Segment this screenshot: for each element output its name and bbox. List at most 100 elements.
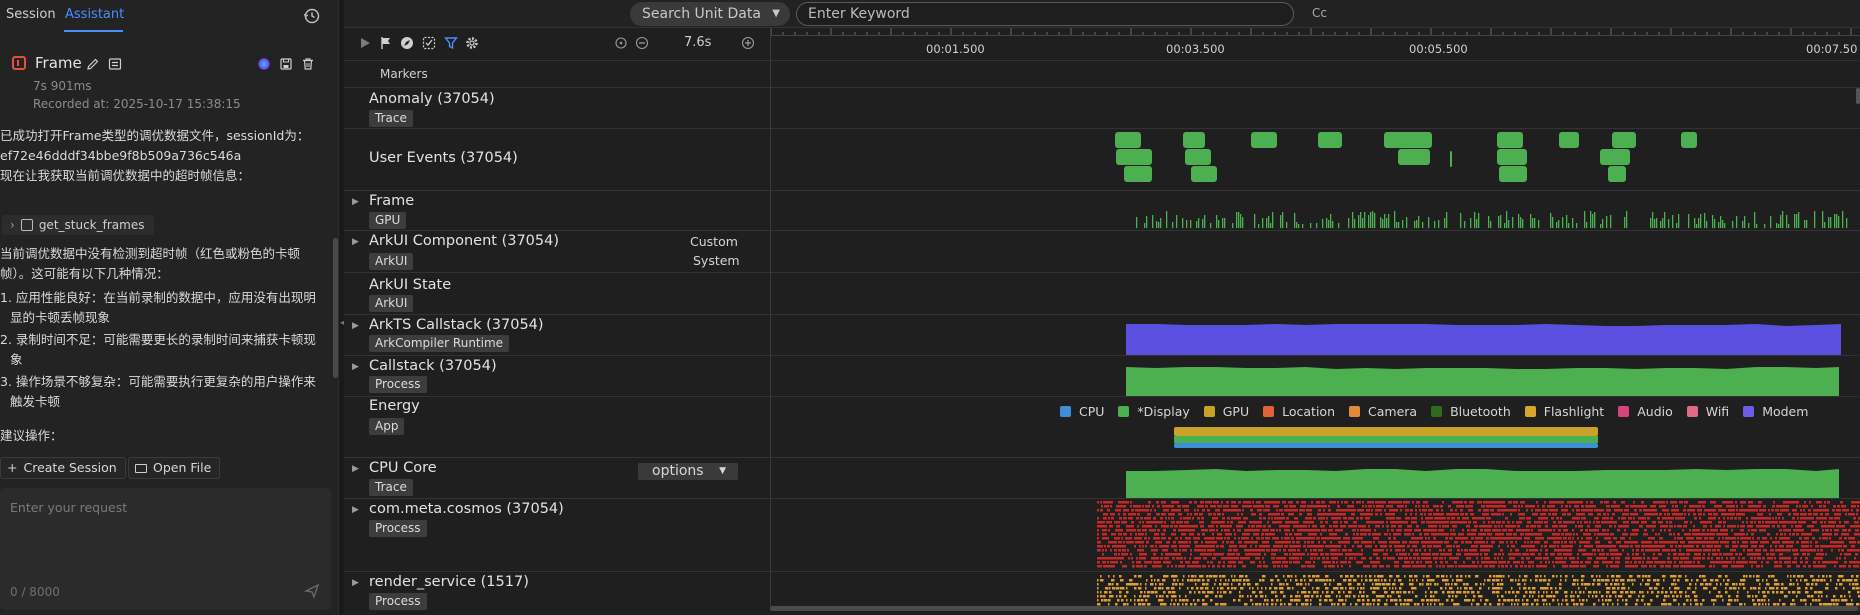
render-slice[interactable] (1430, 579, 1434, 582)
cosmos-slice[interactable] (1521, 513, 1525, 516)
cosmos-slice[interactable] (1630, 545, 1633, 548)
render-slice[interactable] (1625, 599, 1628, 602)
cosmos-slice[interactable] (1349, 557, 1353, 560)
cosmos-slice[interactable] (1204, 549, 1206, 552)
cosmos-slice[interactable] (1212, 529, 1215, 532)
cosmos-slice[interactable] (1397, 505, 1401, 508)
render-slice[interactable] (1329, 599, 1333, 602)
cosmos-slice[interactable] (1745, 541, 1748, 544)
render-slice[interactable] (1239, 591, 1241, 594)
render-slice[interactable] (1363, 583, 1365, 586)
cosmos-slice[interactable] (1796, 565, 1800, 568)
render-slice[interactable] (1499, 575, 1503, 578)
cosmos-slice[interactable] (1712, 549, 1716, 552)
render-slice[interactable] (1112, 595, 1114, 598)
cosmos-slice[interactable] (1520, 565, 1523, 568)
cosmos-slice[interactable] (1526, 549, 1528, 552)
frame-bar[interactable] (1694, 218, 1696, 228)
render-slice[interactable] (1207, 579, 1210, 582)
cosmos-slice[interactable] (1221, 529, 1223, 532)
cosmos-slice[interactable] (1855, 529, 1859, 532)
cosmos-slice[interactable] (1466, 557, 1471, 560)
cosmos-slice[interactable] (1232, 553, 1235, 556)
render-slice[interactable] (1135, 583, 1139, 586)
render-slice[interactable] (1179, 599, 1182, 602)
cosmos-slice[interactable] (1751, 525, 1753, 528)
render-slice[interactable] (1174, 595, 1177, 598)
cosmos-slice[interactable] (1813, 513, 1818, 516)
render-slice[interactable] (1412, 579, 1414, 582)
cosmos-slice[interactable] (1130, 501, 1132, 504)
render-slice[interactable] (1725, 587, 1727, 590)
cosmos-slice[interactable] (1734, 549, 1736, 552)
cosmos-slice[interactable] (1830, 541, 1835, 544)
legend-item[interactable]: Camera (1349, 404, 1417, 419)
cosmos-slice[interactable] (1308, 561, 1311, 564)
cosmos-slice[interactable] (1279, 549, 1281, 552)
render-slice[interactable] (1383, 587, 1387, 590)
cosmos-slice[interactable] (1747, 553, 1751, 556)
render-slice[interactable] (1411, 587, 1415, 590)
cosmos-slice[interactable] (1289, 533, 1292, 536)
cosmos-slice[interactable] (1100, 501, 1102, 504)
cosmos-slice[interactable] (1799, 537, 1802, 540)
render-slice[interactable] (1538, 595, 1540, 598)
frame-bar[interactable] (1522, 219, 1524, 228)
cosmos-slice[interactable] (1103, 517, 1107, 520)
cosmos-slice[interactable] (1333, 537, 1338, 540)
cosmos-slice[interactable] (1284, 553, 1288, 556)
cosmos-slice[interactable] (1426, 501, 1428, 504)
cosmos-slice[interactable] (1322, 557, 1325, 560)
render-slice[interactable] (1296, 583, 1300, 586)
cosmos-slice[interactable] (1602, 557, 1607, 560)
cosmos-slice[interactable] (1699, 533, 1703, 536)
cosmos-slice[interactable] (1708, 553, 1710, 556)
frame-bar[interactable] (1152, 215, 1154, 228)
render-slice[interactable] (1097, 595, 1099, 598)
cosmos-slice[interactable] (1259, 517, 1262, 520)
render-slice[interactable] (1112, 583, 1114, 586)
cosmos-slice[interactable] (1540, 561, 1542, 564)
cosmos-slice[interactable] (1396, 521, 1399, 524)
cosmos-slice[interactable] (1841, 549, 1844, 552)
cosmos-slice[interactable] (1245, 545, 1247, 548)
cosmos-slice[interactable] (1213, 553, 1218, 556)
cosmos-slice[interactable] (1795, 501, 1799, 504)
render-slice[interactable] (1243, 579, 1246, 582)
render-slice[interactable] (1686, 599, 1689, 602)
render-slice[interactable] (1317, 591, 1319, 594)
cosmos-slice[interactable] (1345, 549, 1347, 552)
render-slice[interactable] (1523, 595, 1526, 598)
cosmos-slice[interactable] (1735, 565, 1738, 568)
cosmos-slice[interactable] (1820, 549, 1823, 552)
cosmos-slice[interactable] (1216, 545, 1219, 548)
cosmos-slice[interactable] (1268, 533, 1271, 536)
render-slice[interactable] (1841, 599, 1845, 602)
cosmos-slice[interactable] (1311, 545, 1315, 548)
cosmos-slice[interactable] (1465, 513, 1468, 516)
cosmos-slice[interactable] (1538, 529, 1541, 532)
render-slice[interactable] (1138, 575, 1142, 578)
frame-bar[interactable] (1406, 217, 1408, 228)
cosmos-slice[interactable] (1659, 545, 1662, 548)
cosmos-slice[interactable] (1111, 517, 1114, 520)
cosmos-slice[interactable] (1846, 509, 1849, 512)
cosmos-slice[interactable] (1393, 533, 1397, 536)
cosmos-slice[interactable] (1405, 505, 1407, 508)
cosmos-slice[interactable] (1742, 541, 1745, 544)
cosmos-slice[interactable] (1674, 561, 1676, 564)
cosmos-slice[interactable] (1289, 553, 1291, 556)
render-slice[interactable] (1166, 595, 1169, 598)
cosmos-slice[interactable] (1436, 565, 1438, 568)
render-slice[interactable] (1365, 575, 1367, 578)
frame-bar[interactable] (1428, 217, 1430, 228)
render-slice[interactable] (1670, 575, 1674, 578)
render-slice[interactable] (1612, 579, 1614, 582)
cosmos-slice[interactable] (1340, 525, 1344, 528)
cosmos-slice[interactable] (1724, 561, 1728, 564)
render-slice[interactable] (1731, 599, 1733, 602)
cosmos-slice[interactable] (1202, 509, 1205, 512)
frame-bar[interactable] (1550, 213, 1552, 228)
cosmos-slice[interactable] (1512, 525, 1516, 528)
cosmos-slice[interactable] (1259, 513, 1262, 516)
